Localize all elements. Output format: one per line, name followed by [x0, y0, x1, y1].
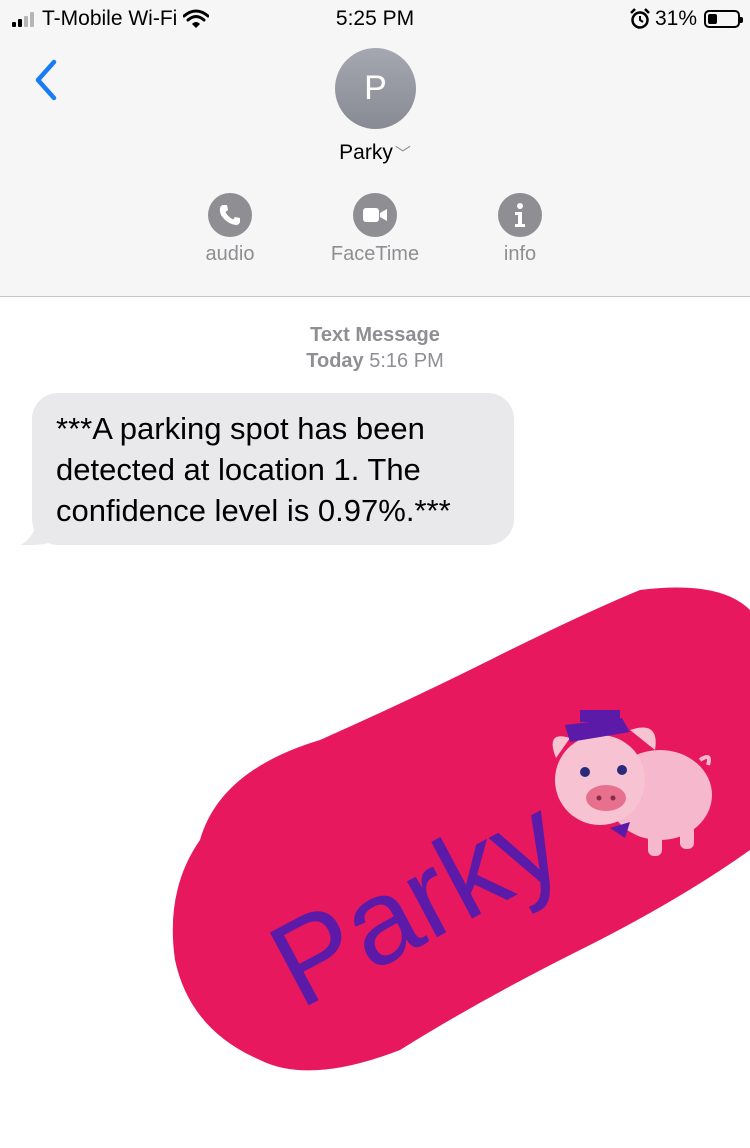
message-timestamp: Text Message Today 5:16 PM — [0, 322, 750, 374]
audio-label: audio — [205, 243, 255, 265]
contact-name: Parky — [339, 141, 393, 164]
info-label: info — [503, 243, 537, 265]
facetime-label: FaceTime — [330, 243, 420, 265]
status-bar: T-Mobile Wi-Fi 5:25 PM 31% — [0, 0, 750, 40]
time-label: 5:16 PM — [369, 350, 444, 372]
info-icon — [498, 193, 542, 237]
incoming-message-bubble[interactable]: ***A parking spot has been detected at l… — [32, 393, 514, 545]
contact-avatar[interactable]: P — [335, 48, 416, 129]
day-label: Today — [306, 350, 364, 372]
chevron-left-icon — [35, 59, 57, 101]
phone-icon — [208, 193, 252, 237]
message-text: ***A parking spot has been detected at l… — [56, 411, 451, 528]
battery-percent: 31% — [654, 7, 697, 30]
service-label: Text Message — [310, 324, 440, 346]
parky-sticker[interactable]: Parky — [160, 580, 750, 1080]
chevron-down-icon: ﹀ — [394, 146, 411, 163]
alarm-icon — [630, 8, 650, 29]
back-button[interactable] — [28, 56, 64, 104]
audio-call-button[interactable]: audio — [180, 193, 280, 266]
facetime-button[interactable]: FaceTime — [325, 193, 425, 266]
conversation-header: T-Mobile Wi-Fi 5:25 PM 31% P Parky ﹀ aud… — [0, 0, 750, 297]
contact-name-button[interactable]: Parky ﹀ — [0, 140, 750, 165]
avatar-letter: P — [364, 69, 387, 107]
battery-icon — [704, 10, 743, 28]
video-camera-icon — [353, 193, 397, 237]
info-button[interactable]: info — [470, 193, 570, 266]
